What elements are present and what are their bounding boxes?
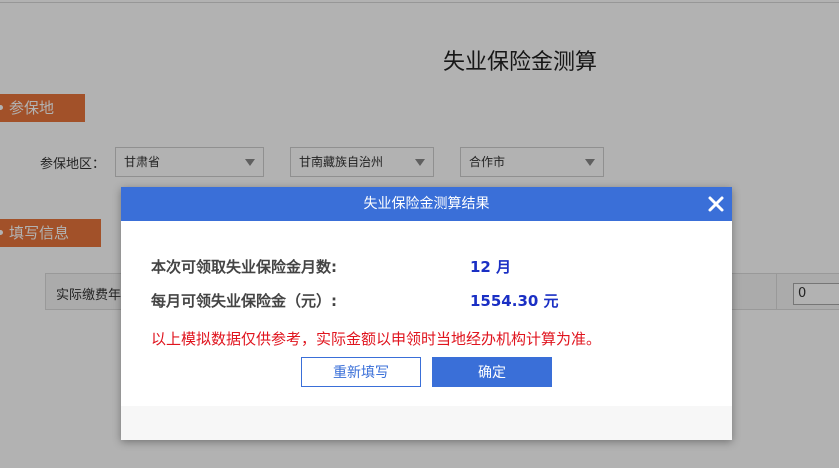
close-icon[interactable] [706, 194, 726, 214]
refill-button[interactable]: 重新填写 [301, 357, 421, 387]
dialog-title: 失业保险金测算结果 [363, 196, 490, 212]
result-dialog: 失业保险金测算结果 本次可领取失业保险金月数: 12 月 每月可领失业保险金（元… [121, 187, 732, 440]
disclaimer-text: 以上模拟数据仅供参考，实际金额以申领时当地经办机构计算为准。 [151, 330, 602, 348]
months-label: 本次可领取失业保险金月数: [151, 258, 337, 276]
dialog-footer [121, 406, 732, 440]
confirm-button[interactable]: 确定 [432, 357, 552, 387]
monthly-amount-value: 1554.30 元 [470, 292, 559, 310]
months-value: 12 月 [470, 258, 512, 276]
monthly-amount-label: 每月可领失业保险金（元）: [151, 292, 337, 310]
dialog-header: 失业保险金测算结果 [121, 187, 732, 221]
page: 失业保险金测算 参保地 参保地区： 甘肃省 甘南藏族自治州 合作市 填写信息 实… [0, 0, 839, 468]
